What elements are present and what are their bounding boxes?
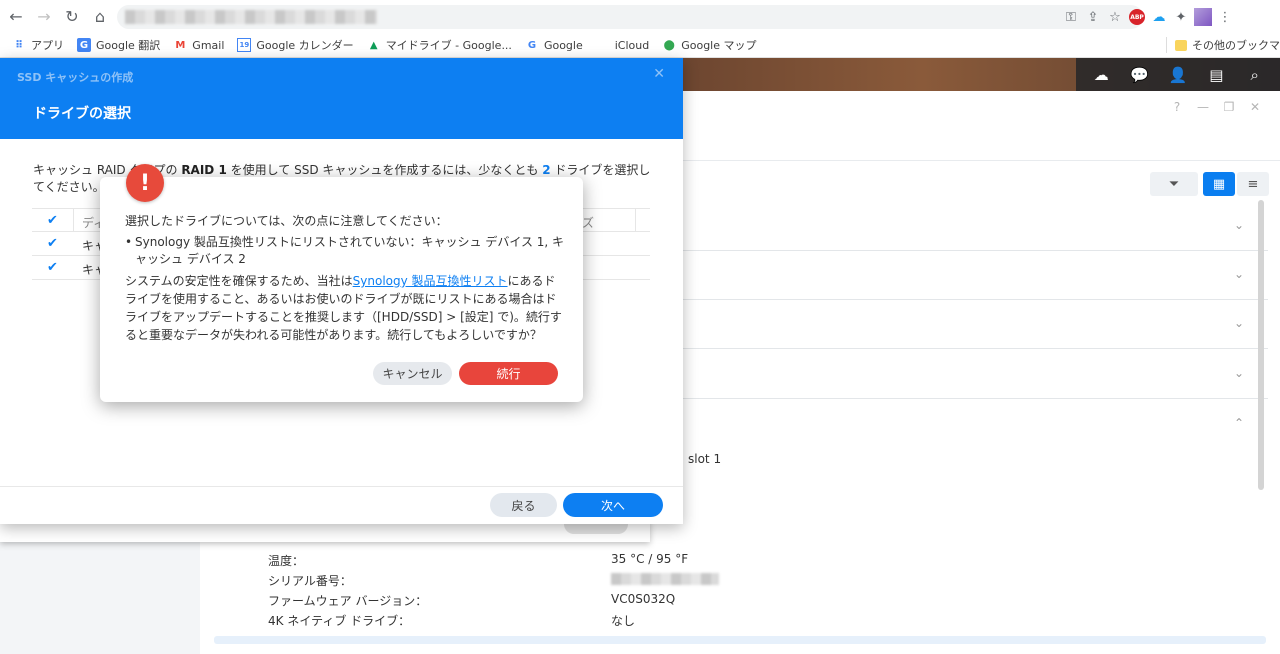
bookmark-google-drive[interactable]: ▲ マイドライブ - Google... [367,37,512,53]
abp-icon[interactable]: ABP [1126,6,1148,28]
alert-bullet-item: Synology 製品互換性リストにリストされていない：キャッシュ デバイス 1… [125,234,565,268]
compatibility-list-link[interactable]: Synology 製品互換性リスト [353,274,508,288]
bookmark-google-maps[interactable]: ⬤ Google マップ [662,37,757,53]
restore-icon[interactable]: ❐ [1216,100,1242,114]
google-maps-icon: ⬤ [663,39,675,51]
bookmark-google[interactable]: G Google [525,38,583,52]
detail-value-4k-native: なし [611,614,636,628]
folder-icon [1175,39,1187,51]
back-button[interactable]: 戻る [490,493,557,517]
address-bar[interactable] [117,5,1143,29]
bookmark-gmail[interactable]: M Gmail [173,38,224,52]
slot-label: slot 1 [688,452,722,466]
detail-label-serial: シリアル番号： [268,574,352,588]
tab-divider [683,160,1280,161]
cancel-button[interactable]: キャンセル [373,362,452,385]
help-icon[interactable]: ? [1164,100,1190,114]
apps-grid-icon: ⠿ [15,39,23,51]
column-header-size: ズ [582,216,595,230]
drive-panel-row[interactable]: ⌄ [683,251,1268,300]
extensions-puzzle-icon[interactable]: ✦ [1170,6,1192,28]
cloud-sync-icon[interactable]: ☁ [1088,62,1114,88]
filter-icon: ⏷ [1168,176,1180,192]
gmail-icon: M [175,39,186,51]
blurred-url [125,10,377,24]
grid-view-button[interactable]: ▦ [1203,172,1235,196]
row-checkbox[interactable]: ✔ [47,237,61,251]
scrollbar[interactable] [1258,200,1264,490]
wizard-close-icon[interactable]: ✕ [653,66,665,82]
wizard-header: SSD キャッシュの作成 ✕ ドライブの選択 [0,58,683,139]
close-icon[interactable]: ✕ [1242,100,1268,114]
chevron-down-icon: ⌄ [1233,218,1244,232]
detail-label-4k-native: 4K ネイティブ ドライブ： [268,614,411,628]
bookmark-google-translate[interactable]: G Google 翻訳 [77,37,160,53]
alert-intro: 選択したドライブについては、次の点に注意してください： [125,214,448,228]
grid-view-icon: ▦ [1212,176,1226,192]
continue-button[interactable]: 続行 [459,362,558,385]
drive-panel-row[interactable]: ⌄ [683,350,1268,399]
chat-icon[interactable]: 💬 [1127,62,1153,88]
detail-label-temperature: 温度： [268,554,305,568]
detail-value-firmware: VC0S032Q [611,592,676,606]
bottom-strip [214,636,1266,644]
drive-panel-row-expanded[interactable]: ⌃ [683,400,1268,449]
key-icon[interactable]: ⚿ [1060,6,1082,28]
chevron-down-icon: ⌄ [1233,316,1244,330]
drive-panel-row[interactable]: ⌄ [683,202,1268,251]
next-button[interactable]: 次へ [563,493,663,517]
search-icon[interactable]: ⌕ [1242,62,1268,88]
detail-value-temperature: 35 °C / 95 °F [611,552,689,566]
google-icon: G [527,39,537,51]
wizard-window-title: SSD キャッシュの作成 [17,71,134,84]
warning-exclamation-icon: ! [126,164,164,202]
blurred-serial-number [611,573,719,585]
apple-icon [596,38,610,52]
bookmark-icloud[interactable]: iCloud [596,38,649,52]
google-translate-icon: G [77,38,91,52]
bookmark-google-calendar[interactable]: 19 Google カレンダー [237,37,354,53]
google-drive-icon: ▲ [369,39,378,51]
menu-kebab-icon[interactable]: ⋮ [1214,6,1236,28]
bookmark-apps[interactable]: ⠿ アプリ [12,37,64,53]
cloud-extension-icon[interactable]: ☁ [1148,6,1170,28]
user-icon[interactable]: 👤 [1165,62,1191,88]
row-checkbox[interactable]: ✔ [47,261,61,275]
star-icon[interactable]: ☆ [1104,6,1126,28]
list-view-icon: ≡ [1247,176,1259,192]
list-view-button[interactable]: ≡ [1237,172,1269,196]
browser-right-icons: ⚿ ⇪ ☆ ABP ☁ ✦ ⋮ [1060,6,1236,28]
forward-arrow-icon[interactable]: → [32,5,56,29]
reload-icon[interactable]: ↻ [60,5,84,29]
window-controls: ? — ❐ ✕ [1164,100,1268,114]
wizard-step-title: ドライブの選択 [33,106,131,122]
home-icon[interactable]: ⌂ [88,5,112,29]
detail-label-firmware: ファームウェア バージョン： [268,594,428,608]
drive-panel-row[interactable]: ⌄ [683,300,1268,349]
select-all-checkbox[interactable]: ✔ [47,214,61,228]
alert-body: システムの安定性を確保するため、当社はSynology 製品互換性リストにあるド… [125,274,562,342]
share-icon[interactable]: ⇪ [1082,6,1104,28]
bookmarks-bar: ⠿ アプリ G Google 翻訳 M Gmail 19 Google カレンダー ▲ マ… [0,33,1280,58]
widgets-icon[interactable]: ▤ [1203,62,1229,88]
google-calendar-icon: 19 [237,38,252,52]
minimize-icon[interactable]: — [1190,100,1216,114]
other-bookmarks[interactable]: その他のブックマーク [1166,37,1280,53]
back-arrow-icon[interactable]: ← [4,5,28,29]
chevron-up-icon: ⌃ [1233,416,1244,430]
dsm-taskbar-icons: ☁ 💬 👤 ▤ ⌕ [1076,58,1280,91]
filter-button[interactable]: ⏷ [1150,172,1198,196]
wizard-footer-divider [0,486,683,487]
chevron-down-icon: ⌄ [1233,366,1244,380]
profile-avatar[interactable] [1192,6,1214,28]
chevron-down-icon: ⌄ [1233,267,1244,281]
